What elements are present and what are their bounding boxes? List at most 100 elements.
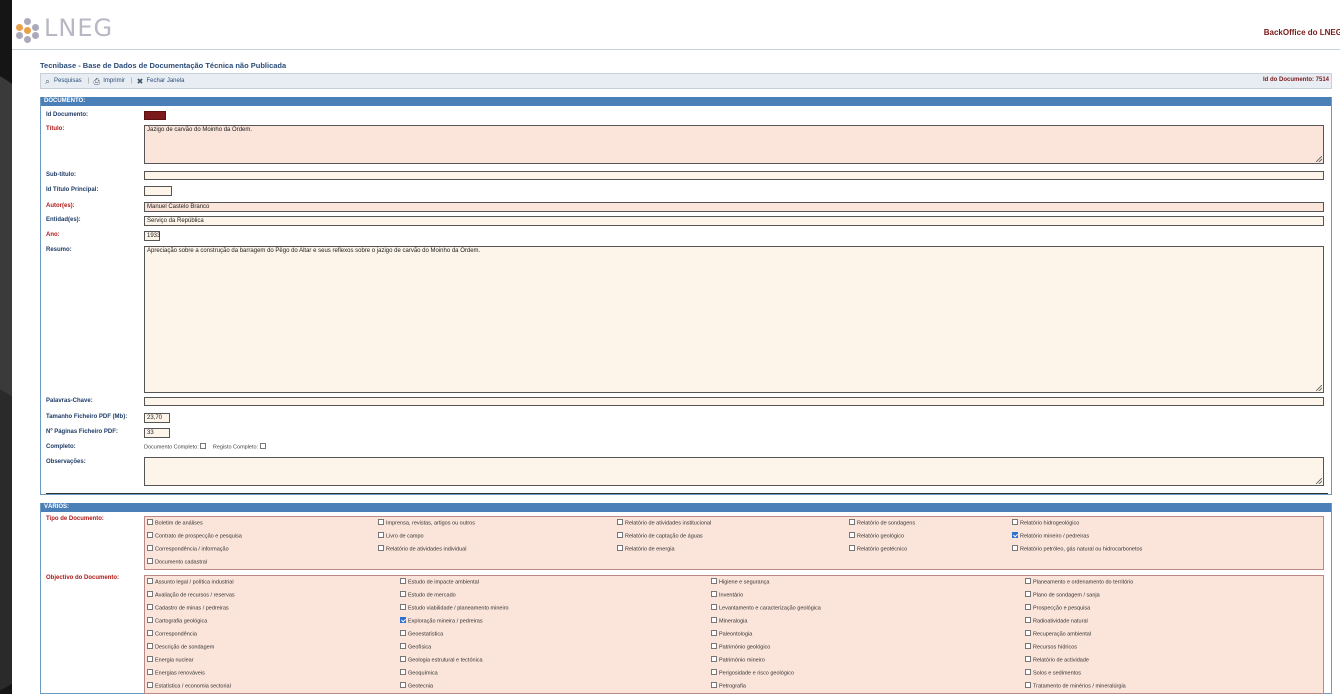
checkbox-option[interactable]: Relatório geológico: [849, 532, 904, 539]
checkbox[interactable]: [147, 682, 153, 688]
checkbox[interactable]: [711, 682, 717, 688]
checkbox-option[interactable]: Relatório de captação de águas: [617, 532, 703, 539]
checkbox-option[interactable]: Paleontologia: [711, 630, 752, 637]
checkbox-option[interactable]: Energia nuclear: [147, 656, 194, 663]
checkbox-option[interactable]: Estudo de mercado: [400, 591, 456, 598]
checkbox-option[interactable]: Tratamento de minérios / mineralúrgia: [1025, 682, 1126, 689]
checkbox[interactable]: [1025, 656, 1031, 662]
checkbox-option[interactable]: Recursos hídricos: [1025, 643, 1077, 650]
checkbox[interactable]: [1025, 578, 1031, 584]
checkbox[interactable]: [147, 558, 153, 564]
checkbox-option[interactable]: Património geológico: [711, 643, 770, 650]
resize-handle[interactable]: [1316, 385, 1322, 391]
checkbox[interactable]: [1012, 545, 1018, 551]
checkbox-option[interactable]: Contrato de prospecção e pesquisa: [147, 532, 242, 539]
checkbox[interactable]: [378, 532, 384, 538]
resize-handle[interactable]: [1316, 478, 1322, 484]
checkbox-option[interactable]: Estudo de impacte ambiental: [400, 578, 479, 585]
checkbox[interactable]: [711, 578, 717, 584]
checkbox-option[interactable]: Relatório de atividades individual: [378, 545, 466, 552]
checkbox-option[interactable]: Geotecnia: [400, 682, 433, 689]
paginas-pdf-input[interactable]: 33: [144, 428, 170, 438]
checkbox[interactable]: [147, 532, 153, 538]
checkbox[interactable]: [849, 545, 855, 551]
checkbox[interactable]: [1025, 682, 1031, 688]
checkbox[interactable]: [711, 617, 717, 623]
palavras-chave-input[interactable]: [144, 397, 1324, 406]
checkbox-option[interactable]: Relatório petróleo, gás natural ou hidro…: [1012, 545, 1142, 552]
checkbox[interactable]: [617, 532, 623, 538]
checkbox[interactable]: [400, 591, 406, 597]
checkbox-option[interactable]: Solos e sedimentos: [1025, 669, 1081, 676]
checkbox[interactable]: [1025, 630, 1031, 636]
checkbox[interactable]: [147, 617, 153, 623]
checkbox-option[interactable]: Geologia estrutural e tectónica: [400, 656, 483, 663]
checkbox[interactable]: [400, 656, 406, 662]
autores-input[interactable]: Manuel Castelo Branco: [144, 202, 1324, 212]
checkbox-option[interactable]: Geoquímica: [400, 669, 438, 676]
fechar-janela-link[interactable]: ✖ Fechar Janela: [135, 77, 185, 86]
checkbox-option[interactable]: Relatório mineiro / pedreiras: [1012, 532, 1089, 539]
checkbox-option[interactable]: Relatório de atividades institucional: [617, 519, 711, 526]
checkbox-option[interactable]: Higiene e segurança: [711, 578, 769, 585]
doc-completo-checkbox[interactable]: [200, 443, 207, 449]
checkbox-option[interactable]: Levantamento e caracterização geológica: [711, 604, 821, 611]
checkbox[interactable]: [400, 643, 406, 649]
checkbox-option[interactable]: Prospecção e pesquisa: [1025, 604, 1090, 611]
entidades-input[interactable]: Serviço da República: [144, 216, 1324, 226]
checkbox[interactable]: [400, 630, 406, 636]
checkbox[interactable]: [711, 591, 717, 597]
checkbox-option[interactable]: Estudo viabilidade / planeamento mineiro: [400, 604, 509, 611]
imprimir-link[interactable]: ⎙ Imprimir: [92, 77, 125, 86]
checkbox[interactable]: [1025, 604, 1031, 610]
checkbox-option[interactable]: Petrografia: [711, 682, 746, 689]
checkbox[interactable]: [147, 630, 153, 636]
checkbox-option[interactable]: Correspondência: [147, 630, 197, 637]
checkbox[interactable]: [711, 643, 717, 649]
checkbox[interactable]: [711, 656, 717, 662]
checkbox-option[interactable]: Documento cadastral: [147, 558, 207, 565]
checkbox-option[interactable]: Avaliação de recursos / reservas: [147, 591, 235, 598]
checkbox-option[interactable]: Boletim de análises: [147, 519, 203, 526]
checkbox[interactable]: [400, 578, 406, 584]
reg-completo-checkbox[interactable]: [259, 443, 266, 449]
checkbox[interactable]: [147, 519, 153, 525]
checkbox-option[interactable]: Relatório de energia: [617, 545, 675, 552]
checkbox-option[interactable]: Relatório geotécnico: [849, 545, 907, 552]
titulo-textarea[interactable]: Jazigo de carvão do Moinho da Ordem.: [144, 125, 1324, 164]
checkbox[interactable]: [1025, 591, 1031, 597]
checkbox-option[interactable]: Relatório de sondagens: [849, 519, 915, 526]
checkbox-option[interactable]: Plano de sondagem / sanja: [1025, 591, 1100, 598]
checkbox[interactable]: [400, 682, 406, 688]
checkbox-option[interactable]: Cartografia geológica: [147, 617, 207, 624]
checkbox-option[interactable]: Geofísica: [400, 643, 431, 650]
checkbox-option[interactable]: Exploração mineira / pedreiras: [400, 617, 483, 624]
checkbox[interactable]: [711, 604, 717, 610]
checkbox-option[interactable]: Imprensa, revistas, artigos ou outros: [378, 519, 475, 526]
checkbox[interactable]: [711, 669, 717, 675]
checkbox-option[interactable]: Património mineiro: [711, 656, 765, 663]
checkbox[interactable]: [849, 532, 855, 538]
checkbox-option[interactable]: Correspondência / informação: [147, 545, 229, 552]
checkbox[interactable]: [400, 617, 406, 623]
checkbox[interactable]: [1025, 669, 1031, 675]
checkbox[interactable]: [400, 604, 406, 610]
checkbox[interactable]: [147, 604, 153, 610]
checkbox[interactable]: [378, 519, 384, 525]
checkbox-option[interactable]: Relatório de actividade: [1025, 656, 1089, 663]
checkbox-option[interactable]: Relatório hidrogeológico: [1012, 519, 1079, 526]
checkbox[interactable]: [378, 545, 384, 551]
checkbox-option[interactable]: Mineralogia: [711, 617, 747, 624]
checkbox-option[interactable]: Livro de campo: [378, 532, 424, 539]
checkbox[interactable]: [1012, 532, 1018, 538]
checkbox-option[interactable]: Descrição de sondagem: [147, 643, 214, 650]
checkbox-option[interactable]: Assunto legal / política industrial: [147, 578, 234, 585]
checkbox[interactable]: [849, 519, 855, 525]
resize-handle[interactable]: [1316, 156, 1322, 162]
checkbox[interactable]: [147, 578, 153, 584]
checkbox-option[interactable]: Cadastro de minas / pedreiras: [147, 604, 229, 611]
checkbox[interactable]: [400, 669, 406, 675]
checkbox-option[interactable]: Energias renováveis: [147, 669, 205, 676]
checkbox[interactable]: [1025, 617, 1031, 623]
resumo-textarea[interactable]: Apreciação sobre a construção da barrage…: [144, 246, 1324, 393]
